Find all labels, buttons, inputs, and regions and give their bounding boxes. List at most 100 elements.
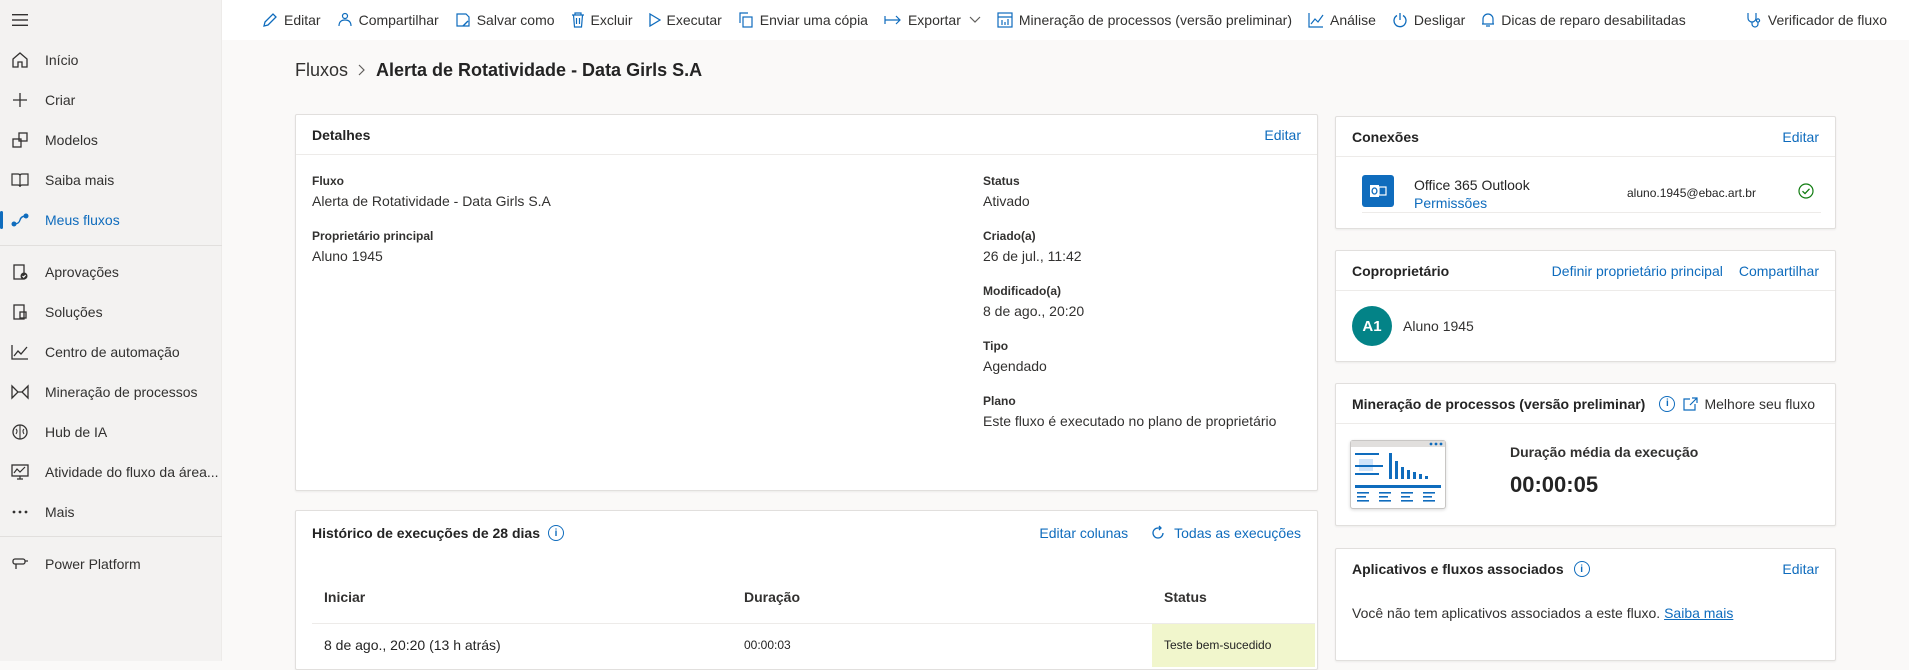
sidebar-item-home[interactable]: Início <box>0 42 222 78</box>
breadcrumb: Fluxos Alerta de Rotatividade - Data Gir… <box>295 60 702 81</box>
brain-icon <box>9 421 31 443</box>
improve-flow-link[interactable]: Melhore seu fluxo <box>1682 396 1815 412</box>
sidebar-item-desktop-activity[interactable]: Atividade do fluxo da área... <box>0 454 222 490</box>
permissions-link[interactable]: Permissões <box>1414 195 1487 211</box>
details-card: Detalhes Editar Fluxo Alerta de Rotativi… <box>295 114 1318 491</box>
table-row[interactable]: 8 de ago., 20:20 (13 h atrás) 00:00:03 T… <box>312 623 1315 667</box>
export-icon <box>884 14 902 26</box>
turn-off-button[interactable]: Desligar <box>1392 0 1465 40</box>
details-title: Detalhes <box>312 126 371 143</box>
associated-apps-edit-link[interactable]: Editar <box>1782 561 1819 577</box>
send-copy-label: Enviar uma cópia <box>759 12 868 28</box>
run-button[interactable]: Executar <box>648 0 722 40</box>
analytics-label: Análise <box>1330 12 1376 28</box>
share-button[interactable]: Compartilhar <box>337 0 439 40</box>
export-button[interactable]: Exportar <box>884 0 981 40</box>
templates-icon <box>9 129 31 151</box>
sidebar-item-templates[interactable]: Modelos <box>0 122 222 158</box>
created-label: Criado(a) <box>983 229 1036 243</box>
connections-header: Conexões Editar <box>1336 117 1835 157</box>
process-mining-title: Mineração de processos (versão prelimina… <box>1352 395 1646 412</box>
coowner-share-link[interactable]: Compartilhar <box>1739 263 1819 279</box>
status-label: Status <box>983 174 1020 188</box>
copy-icon <box>738 12 754 28</box>
refresh-icon <box>1150 525 1166 541</box>
sidebar-item-power-platform[interactable]: Power Platform <box>0 546 222 582</box>
details-edit-link[interactable]: Editar <box>1264 127 1301 143</box>
repair-tips-button[interactable]: Dicas de reparo desabilitadas <box>1481 0 1686 40</box>
run-status-badge: Teste bem-sucedido <box>1152 623 1315 667</box>
analytics-button[interactable]: Análise <box>1308 0 1376 40</box>
column-header-status[interactable]: Status <box>1152 571 1315 624</box>
sidebar-item-approvals[interactable]: Aprovações <box>0 254 222 290</box>
divider <box>0 245 222 246</box>
sidebar-item-label: Mineração de processos <box>45 384 198 400</box>
sidebar-item-more[interactable]: Mais <box>0 494 222 530</box>
sidebar-item-label: Hub de IA <box>45 424 108 440</box>
flow-checker-label: Verificador de fluxo <box>1767 12 1887 28</box>
column-header-duration[interactable]: Duração <box>732 571 1152 624</box>
send-copy-button[interactable]: Enviar uma cópia <box>738 0 868 40</box>
sidebar-item-label: Power Platform <box>45 556 141 572</box>
desktop-activity-icon <box>9 461 31 483</box>
plus-icon <box>9 89 31 111</box>
set-primary-owner-link[interactable]: Definir proprietário principal <box>1552 263 1723 279</box>
sidebar-item-learn[interactable]: Saiba mais <box>0 162 222 198</box>
hamburger-menu-icon[interactable] <box>8 8 32 32</box>
outlook-icon <box>1362 175 1394 207</box>
save-as-button[interactable]: Salvar como <box>455 0 555 40</box>
owner-label: Proprietário principal <box>312 229 434 243</box>
edit-columns-link[interactable]: Editar colunas <box>1039 525 1128 541</box>
delete-label: Excluir <box>590 12 633 28</box>
share-label: Compartilhar <box>358 12 439 28</box>
info-icon[interactable]: i <box>548 525 564 541</box>
learn-more-link[interactable]: Saiba mais <box>1664 605 1733 621</box>
improve-flow-label: Melhore seu fluxo <box>1704 395 1815 412</box>
connection-name: Office 365 Outlook <box>1414 177 1530 193</box>
chevron-down-icon <box>969 16 981 24</box>
connections-edit-link[interactable]: Editar <box>1782 129 1819 145</box>
column-header-start[interactable]: Iniciar <box>312 571 732 624</box>
flows-icon <box>9 209 31 231</box>
info-icon[interactable]: i <box>1659 395 1676 412</box>
flow-checker-button[interactable]: Verificador de fluxo <box>1746 0 1887 40</box>
coowner-card: Coproprietário Definir proprietário prin… <box>1335 250 1836 362</box>
stethoscope-icon <box>1746 12 1762 28</box>
delete-button[interactable]: Excluir <box>571 0 633 40</box>
breadcrumb-flows-link[interactable]: Fluxos <box>295 60 348 81</box>
process-mining-icon <box>9 381 31 403</box>
chevron-right-icon <box>358 63 366 79</box>
sidebar-item-process-mining[interactable]: Mineração de processos <box>0 374 222 410</box>
approvals-icon <box>9 261 31 283</box>
edit-label: Editar <box>284 12 321 28</box>
sidebar-item-solutions[interactable]: Soluções <box>0 294 222 330</box>
process-mining-button[interactable]: Mineração de processos (versão prelimina… <box>997 0 1292 40</box>
repair-tips-label: Dicas de reparo desabilitadas <box>1501 12 1686 28</box>
divider <box>1362 212 1821 213</box>
plan-label: Plano <box>983 394 1016 408</box>
sidebar-item-label: Modelos <box>45 132 98 148</box>
sidebar-item-label: Meus fluxos <box>45 212 120 228</box>
solutions-icon <box>9 301 31 323</box>
owner-name: Aluno 1945 <box>312 248 383 264</box>
sidebar-item-ai-hub[interactable]: Hub de IA <box>0 414 222 450</box>
edit-button[interactable]: Editar <box>262 0 321 40</box>
type-value: Agendado <box>983 358 1047 374</box>
sidebar-item-label: Soluções <box>45 304 103 320</box>
status-value: Ativado <box>983 193 1030 209</box>
info-icon[interactable]: i <box>1573 561 1590 577</box>
sidebar-item-automation-center[interactable]: Centro de automação <box>0 334 222 370</box>
trash-icon <box>571 12 585 28</box>
avg-duration-label: Duração média da execução <box>1510 444 1699 460</box>
process-mining-label: Mineração de processos (versão prelimina… <box>1018 12 1292 28</box>
run-start-cell[interactable]: 8 de ago., 20:20 (13 h atrás) <box>312 623 732 667</box>
modified-value: 8 de ago., 20:20 <box>983 303 1085 319</box>
sidebar-item-create[interactable]: Criar <box>0 82 222 118</box>
connections-card: Conexões Editar Office 365 Outlook Permi… <box>1335 116 1836 229</box>
play-icon <box>648 13 661 27</box>
modified-label: Modificado(a) <box>983 284 1061 298</box>
all-runs-link[interactable]: Todas as execuções <box>1150 525 1301 541</box>
divider <box>0 536 222 537</box>
connected-check-icon <box>1798 183 1814 204</box>
sidebar-item-my-flows[interactable]: Meus fluxos <box>0 202 222 238</box>
